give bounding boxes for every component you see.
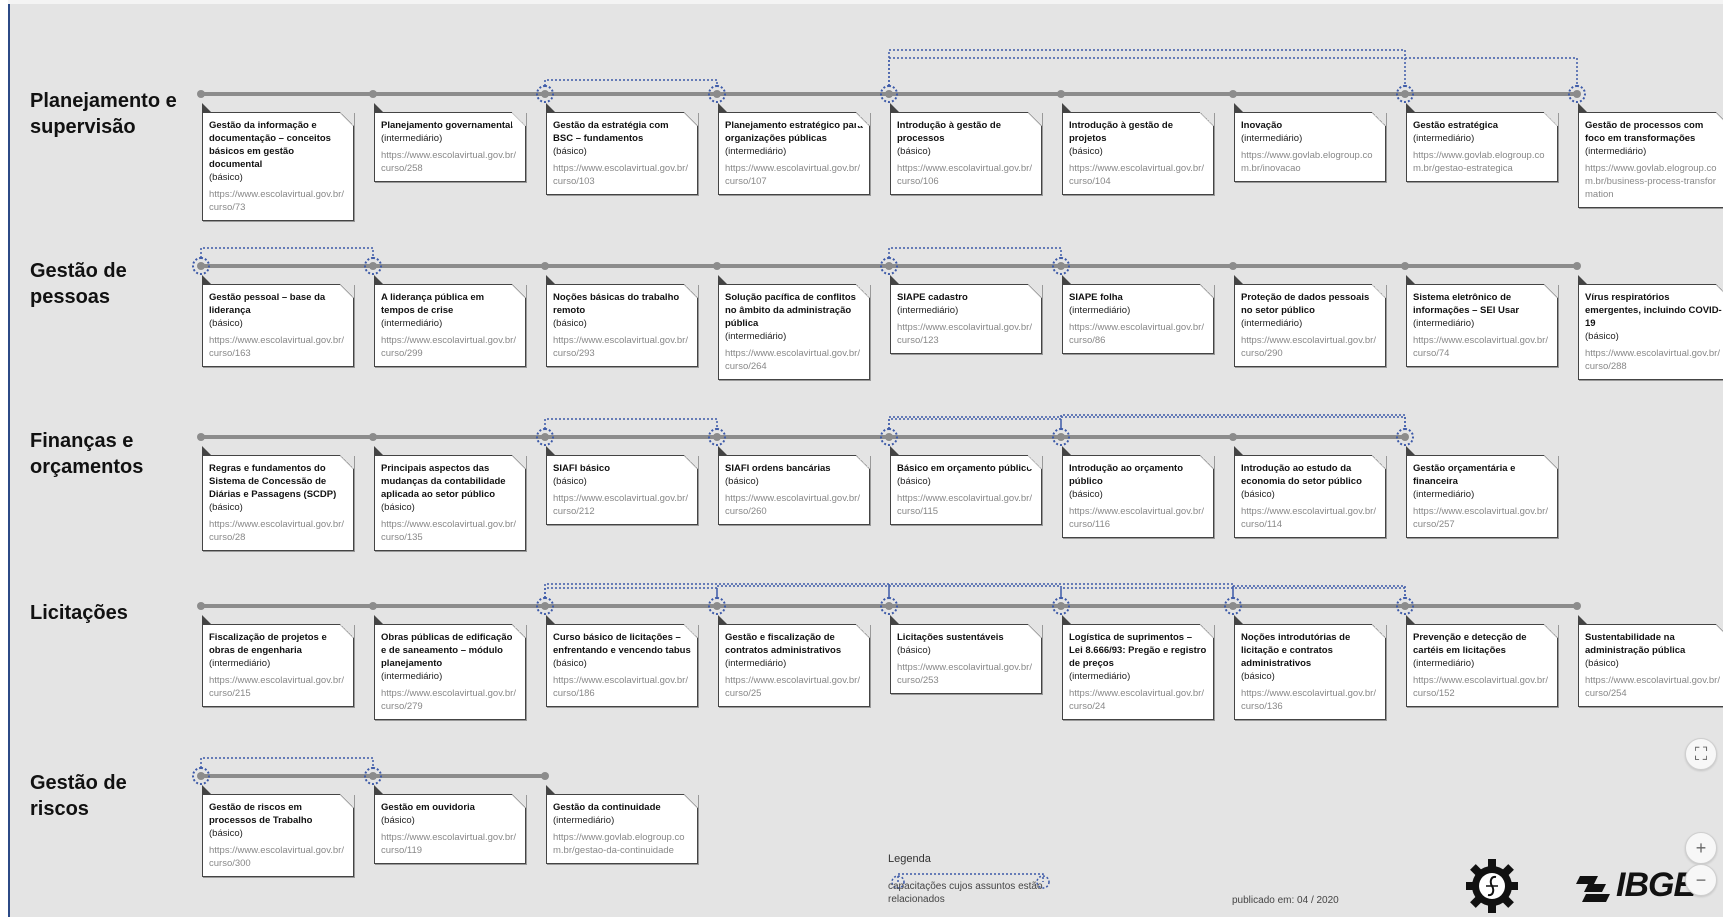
related-link	[888, 49, 1406, 86]
ibge-symbol-icon	[1576, 876, 1610, 902]
related-link	[200, 247, 374, 258]
legend-description: capacitações cujos assuntos estão relaci…	[888, 881, 1043, 905]
related-link	[544, 587, 718, 598]
related-link	[888, 418, 1062, 429]
related-links-layer	[200, 49, 1578, 768]
related-link	[200, 757, 374, 768]
related-link	[888, 247, 1062, 258]
related-link	[544, 418, 718, 429]
fullscreen-button[interactable]: ⛶	[1685, 738, 1717, 770]
related-link	[544, 79, 718, 86]
gear-seal-icon	[1466, 859, 1518, 913]
zoom-out-button[interactable]: −	[1685, 864, 1717, 896]
related-link	[888, 57, 1578, 86]
related-link	[888, 416, 1406, 429]
ibge-logo-text: IBGE	[1616, 866, 1696, 904]
publication-date: publicado em: 04 / 2020	[1232, 895, 1339, 906]
zoom-in-button[interactable]: +	[1685, 832, 1717, 864]
